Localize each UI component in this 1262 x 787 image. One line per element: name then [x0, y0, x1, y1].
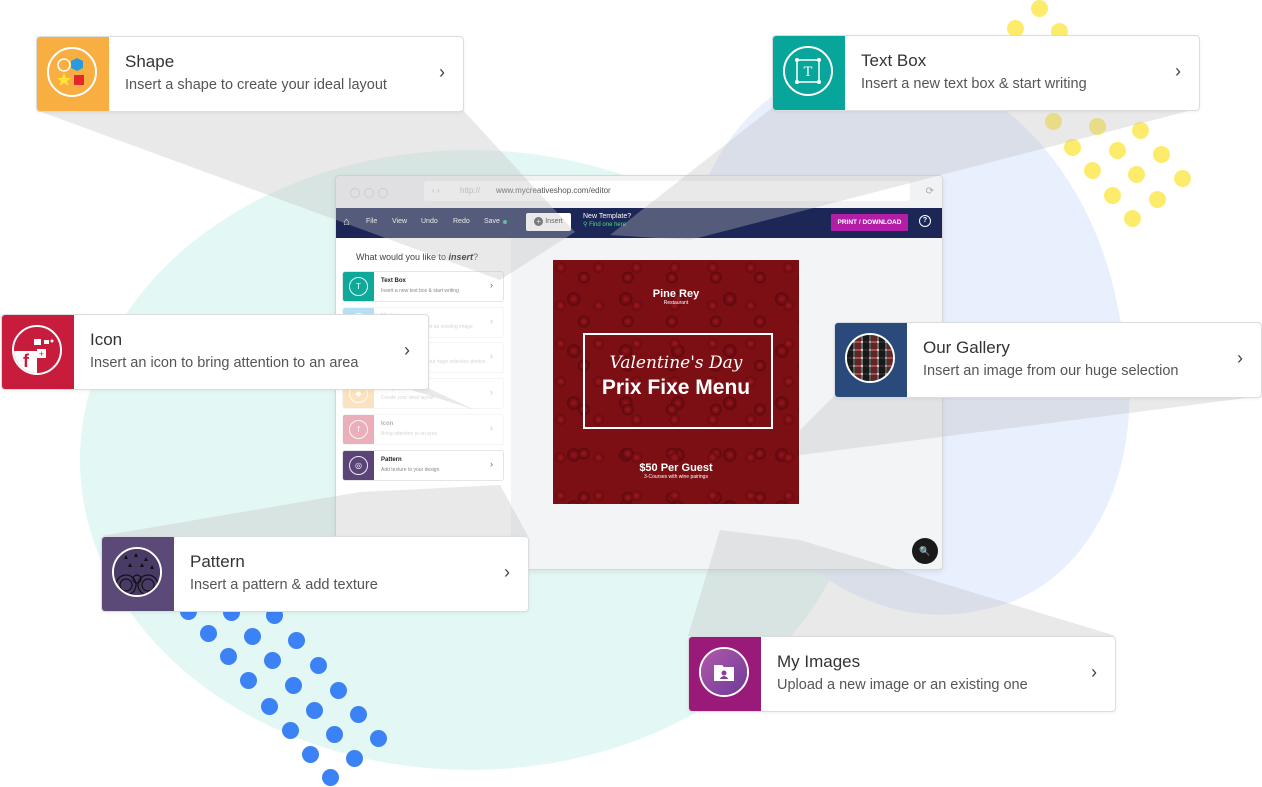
beam-textbox: [610, 108, 1200, 240]
callout-subtitle: Insert a shape to create your ideal layo…: [125, 77, 387, 93]
pattern-icon: [112, 547, 162, 597]
callout-card-icon[interactable]: f + Icon Insert an icon to bring attention …: [1, 314, 429, 390]
svg-text:+: +: [39, 349, 44, 359]
callout-subtitle: Upload a new image or an existing one: [777, 677, 1028, 693]
chevron-right-icon: ›: [439, 62, 445, 82]
callout-subtitle: Insert a pattern & add texture: [190, 577, 378, 593]
callout-title: Our Gallery: [923, 338, 1010, 357]
callout-subtitle: Insert an icon to bring attention to an …: [90, 355, 359, 371]
callout-swatch: [102, 537, 174, 611]
callout-swatch: T: [773, 36, 845, 110]
callout-card-pattern[interactable]: Pattern Insert a pattern & add texture ›: [101, 536, 529, 612]
callout-card-textbox[interactable]: T Text Box Insert a new text box & start w…: [772, 35, 1200, 111]
svg-text:f: f: [23, 351, 30, 371]
callout-title: Text Box: [861, 51, 927, 70]
chevron-right-icon: ›: [1175, 61, 1181, 81]
callout-swatch: [689, 637, 761, 711]
beam-shape: [36, 110, 575, 280]
chevron-right-icon: ›: [1237, 348, 1243, 368]
chevron-right-icon: ›: [404, 340, 410, 360]
callout-card-gallery[interactable]: Our Gallery Insert an image from our huge…: [834, 322, 1262, 398]
beam-myimages: [688, 530, 1116, 636]
chevron-right-icon: ›: [504, 562, 510, 582]
chevron-right-icon: ›: [1091, 662, 1097, 682]
icon-icon: f +: [12, 325, 62, 375]
callout-subtitle: Insert an image from our huge selection: [923, 363, 1179, 379]
shape-icon: [47, 47, 97, 97]
callout-title: Shape: [125, 52, 175, 71]
callout-swatch: f +: [2, 315, 74, 389]
callout-swatch: [37, 37, 109, 111]
callout-title: My Images: [777, 652, 861, 671]
callout-title: Pattern: [190, 552, 245, 571]
callout-card-shape[interactable]: Shape Insert a shape to create your ideal…: [36, 36, 464, 112]
gallery-icon: [845, 333, 895, 383]
beam-gallery: [800, 396, 1262, 455]
callout-card-myimages[interactable]: My Images Upload a new image or an existi…: [688, 636, 1116, 712]
myimages-icon: [699, 647, 749, 697]
callout-subtitle: Insert a new text box & start writing: [861, 76, 1087, 92]
beam-pattern: [101, 485, 528, 536]
textbox-icon: T: [783, 46, 833, 96]
svg-text:T: T: [804, 65, 813, 80]
callout-swatch: [835, 323, 907, 397]
callout-title: Icon: [90, 330, 123, 349]
